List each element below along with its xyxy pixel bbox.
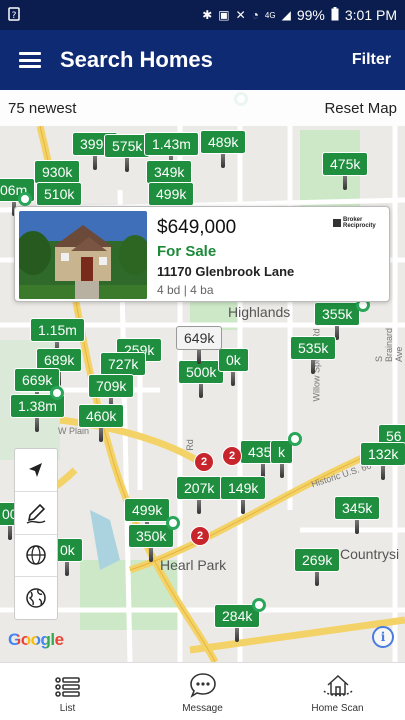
price-pin[interactable]: 1.43m xyxy=(144,132,199,170)
map-label-hearl-park: Hearl Park xyxy=(160,557,227,573)
price-pin[interactable]: 727k xyxy=(100,352,147,390)
reset-map-button[interactable]: Reset Map xyxy=(324,100,397,117)
cluster-badge[interactable]: 2 xyxy=(222,446,242,466)
menu-button[interactable] xyxy=(0,30,60,90)
price-pin[interactable]: 475k xyxy=(322,152,369,190)
price-pin[interactable]: 207k xyxy=(176,476,223,514)
price-pin[interactable]: 709k xyxy=(88,374,135,412)
hamburger-icon xyxy=(19,52,41,68)
listing-beds-baths: 4 bd | 4 ba xyxy=(157,283,214,297)
bottom-nav: List Message Home Scan xyxy=(0,662,405,720)
svg-text:?: ? xyxy=(12,11,17,21)
mute-icon: ✕ xyxy=(235,8,246,22)
listing-photo xyxy=(19,211,147,299)
listing-status: For Sale xyxy=(157,243,217,260)
clock: 3:01 PM xyxy=(344,7,397,23)
satellite-button[interactable] xyxy=(15,577,57,619)
draw-button[interactable] xyxy=(15,492,57,535)
cluster-badge[interactable]: 2 xyxy=(190,526,210,546)
map-label-brainard: S Brainard Ave xyxy=(374,327,405,363)
price-pin[interactable]: 349k xyxy=(146,160,193,198)
signal-icon: ◢ xyxy=(281,8,291,22)
home-scan-icon xyxy=(322,674,353,697)
status-bar: ? ✱ ▣ ✕ ◔ 4G ◢ 99% 3:01 PM xyxy=(0,0,405,30)
open-house-marker[interactable] xyxy=(252,598,266,612)
bluetooth-icon: ✱ xyxy=(202,8,213,22)
price-pin[interactable]: 149k xyxy=(220,476,267,514)
navigation-arrow-icon xyxy=(29,462,42,477)
info-icon[interactable]: i xyxy=(372,626,394,648)
price-pin[interactable]: 132k xyxy=(360,442,405,480)
price-pin[interactable]: 930k xyxy=(34,160,81,198)
network-type: 4G xyxy=(264,10,276,20)
price-pin[interactable]: 510k xyxy=(36,182,83,220)
price-pin[interactable]: 345k xyxy=(334,496,381,534)
nfc-icon: ▣ xyxy=(218,8,230,22)
price-pin[interactable]: 460k xyxy=(78,404,125,442)
open-house-marker[interactable] xyxy=(288,432,302,446)
map-toolbar: 75 newest Reset Map xyxy=(0,90,405,126)
price-pin[interactable]: 489k xyxy=(200,130,247,168)
price-pin[interactable]: 499k xyxy=(124,498,171,536)
map-tools xyxy=(14,448,58,620)
nav-home-scan[interactable]: Home Scan xyxy=(270,663,405,720)
map-layer-button[interactable] xyxy=(15,535,57,578)
price-pin[interactable]: 1.15m xyxy=(30,318,85,356)
notification-icon: ? xyxy=(8,6,28,24)
pencil-icon xyxy=(26,503,46,524)
globe-grid-icon xyxy=(26,545,46,566)
price-pin[interactable]: 535k xyxy=(290,336,337,374)
listing-address: 11170 Glenbrook Lane xyxy=(157,264,295,279)
price-pin[interactable]: 269k xyxy=(294,548,341,586)
map-view[interactable]: 75 newest Reset Map Highlands Hearl Park… xyxy=(0,90,405,662)
price-pin[interactable]: 0k xyxy=(218,348,249,386)
app-bar: Search Homes Filter xyxy=(0,30,405,90)
nav-label: Home Scan xyxy=(311,703,364,714)
nav-label: Message xyxy=(182,703,223,714)
result-count: 75 newest xyxy=(8,99,77,117)
wifi-icon: ◔ xyxy=(251,8,259,22)
price-pin[interactable]: 499k xyxy=(148,182,195,220)
google-attribution: Google xyxy=(8,630,64,649)
open-house-marker[interactable] xyxy=(50,386,64,400)
message-icon xyxy=(189,673,216,698)
selected-price-pin[interactable]: 649k xyxy=(176,326,223,364)
price-pin[interactable]: 355k xyxy=(314,302,361,340)
list-icon xyxy=(54,677,80,697)
open-house-marker[interactable] xyxy=(18,192,32,206)
broker-name: Broker Reciprocity xyxy=(343,217,376,229)
nav-message[interactable]: Message xyxy=(135,663,270,720)
listing-card[interactable]: $649,000 For Sale 11170 Glenbrook Lane 4… xyxy=(14,206,390,302)
map-label-rd: Rd xyxy=(184,439,195,451)
cluster-badge[interactable]: 2 xyxy=(194,452,214,472)
page-title: Search Homes xyxy=(60,47,213,72)
nav-list[interactable]: List xyxy=(0,663,135,720)
map-label-countryside: Countrysi xyxy=(340,546,400,562)
globe-icon xyxy=(26,588,46,608)
filter-button[interactable]: Filter xyxy=(352,51,391,69)
broker-reciprocity-logo: Broker Reciprocity xyxy=(333,217,379,229)
map-label-highlands: Highlands xyxy=(228,304,291,320)
locate-button[interactable] xyxy=(15,449,57,492)
open-house-marker[interactable] xyxy=(166,516,180,530)
battery-percent: 99% xyxy=(296,7,325,23)
battery-icon xyxy=(331,6,339,24)
nav-label: List xyxy=(59,703,76,714)
